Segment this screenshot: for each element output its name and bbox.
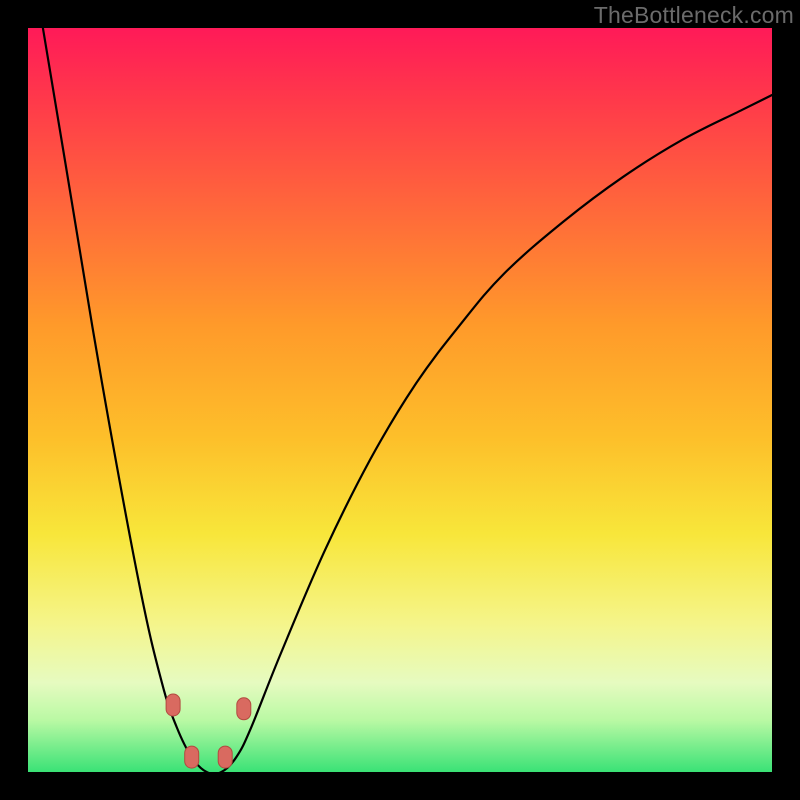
outer-frame: TheBottleneck.com	[0, 0, 800, 800]
curve-svg	[28, 28, 772, 772]
bead-marker	[166, 694, 180, 716]
plot-area	[28, 28, 772, 772]
bottleneck-curve	[43, 28, 772, 774]
watermark-text: TheBottleneck.com	[594, 2, 794, 29]
bead-marker	[218, 746, 232, 768]
bead-marker	[237, 698, 251, 720]
bead-marker	[185, 746, 199, 768]
